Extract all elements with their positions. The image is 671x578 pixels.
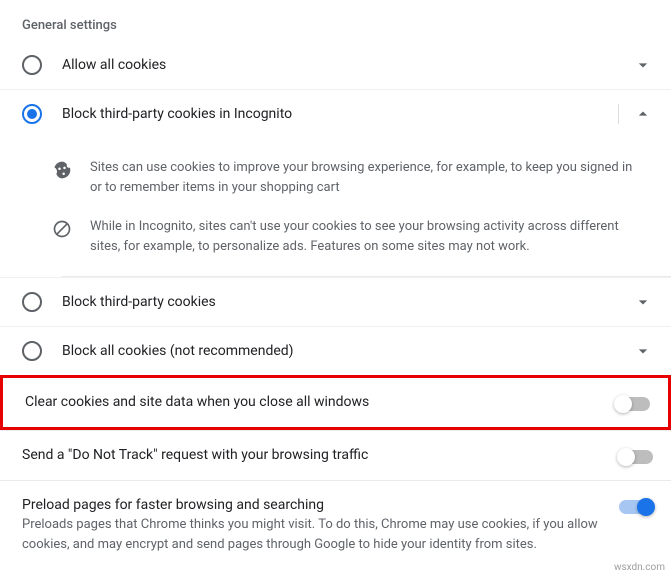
detail-text: While in Incognito, sites can't use your…	[90, 217, 647, 256]
toggle-switch[interactable]	[616, 397, 650, 411]
chevron-down-icon	[633, 55, 653, 75]
toggle-description: Preloads pages that Chrome thinks you mi…	[22, 515, 599, 554]
toggle-label: Preload pages for faster browsing and se…	[22, 497, 599, 513]
detail-row-incognito: While in Incognito, sites can't use your…	[52, 207, 647, 266]
option-block-third-party-incognito[interactable]: Block third-party cookies in Incognito	[0, 90, 671, 138]
watermark: wsxdn.com	[614, 562, 665, 573]
option-block-all-cookies[interactable]: Block all cookies (not recommended)	[0, 327, 671, 375]
toggle-do-not-track: Send a "Do Not Track" request with your …	[0, 430, 671, 480]
option-label: Block third-party cookies in Incognito	[62, 106, 604, 122]
option-allow-all-cookies[interactable]: Allow all cookies	[0, 41, 671, 90]
chevron-down-icon	[633, 341, 653, 361]
chevron-up-icon	[633, 104, 653, 124]
option-details: Sites can use cookies to improve your br…	[0, 138, 671, 276]
toggle-switch[interactable]	[619, 500, 653, 514]
highlight-box: Clear cookies and site data when you clo…	[0, 375, 671, 430]
radio-icon	[22, 292, 42, 312]
divider	[618, 104, 619, 124]
option-label: Allow all cookies	[62, 57, 633, 73]
detail-row-cookies: Sites can use cookies to improve your br…	[52, 148, 647, 207]
option-label: Block third-party cookies	[62, 294, 633, 310]
radio-icon-selected	[22, 104, 42, 124]
toggle-preload-pages: Preload pages for faster browsing and se…	[0, 480, 671, 570]
cookie-icon	[52, 160, 72, 180]
section-title: General settings	[0, 0, 671, 41]
toggle-label: Clear cookies and site data when you clo…	[25, 394, 596, 410]
option-block-third-party[interactable]: Block third-party cookies	[0, 277, 671, 327]
toggle-switch[interactable]	[619, 450, 653, 464]
chevron-down-icon	[633, 292, 653, 312]
detail-text: Sites can use cookies to improve your br…	[90, 158, 647, 197]
toggle-clear-on-close: Clear cookies and site data when you clo…	[3, 378, 668, 427]
radio-icon	[22, 341, 42, 361]
block-icon	[52, 219, 72, 239]
radio-icon	[22, 55, 42, 75]
toggle-label: Send a "Do Not Track" request with your …	[22, 447, 599, 463]
option-label: Block all cookies (not recommended)	[62, 343, 633, 359]
